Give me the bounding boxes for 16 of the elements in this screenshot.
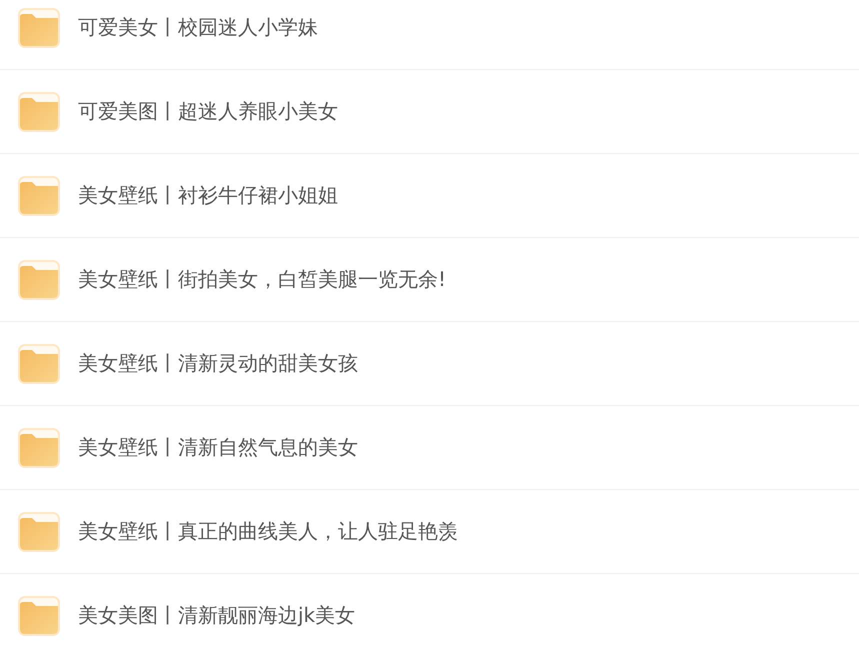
folder-icon [17, 6, 61, 48]
folder-name[interactable]: 美女壁纸丨衬衫牛仔裙小姐姐 [78, 182, 338, 209]
folder-icon [17, 594, 61, 636]
folder-icon [17, 258, 61, 300]
folder-icon [17, 174, 61, 216]
folder-name[interactable]: 可爱美图丨超迷人养眼小美女 [78, 98, 338, 125]
folder-name[interactable]: 可爱美女丨校园迷人小学妹 [78, 14, 318, 41]
folder-icon [17, 90, 61, 132]
folder-icon [17, 342, 61, 384]
folder-name[interactable]: 美女壁纸丨街拍美女，白皙美腿一览无余! [78, 266, 446, 293]
folder-name[interactable]: 美女壁纸丨真正的曲线美人，让人驻足艳羡 [78, 518, 458, 545]
folder-name[interactable]: 美女美图丨清新靓丽海边jk美女 [78, 602, 356, 629]
folder-name[interactable]: 美女壁纸丨清新灵动的甜美女孩 [78, 350, 358, 377]
folder-name[interactable]: 美女壁纸丨清新自然气息的美女 [78, 434, 358, 461]
folder-icon [17, 426, 61, 468]
folder-icon [17, 510, 61, 552]
